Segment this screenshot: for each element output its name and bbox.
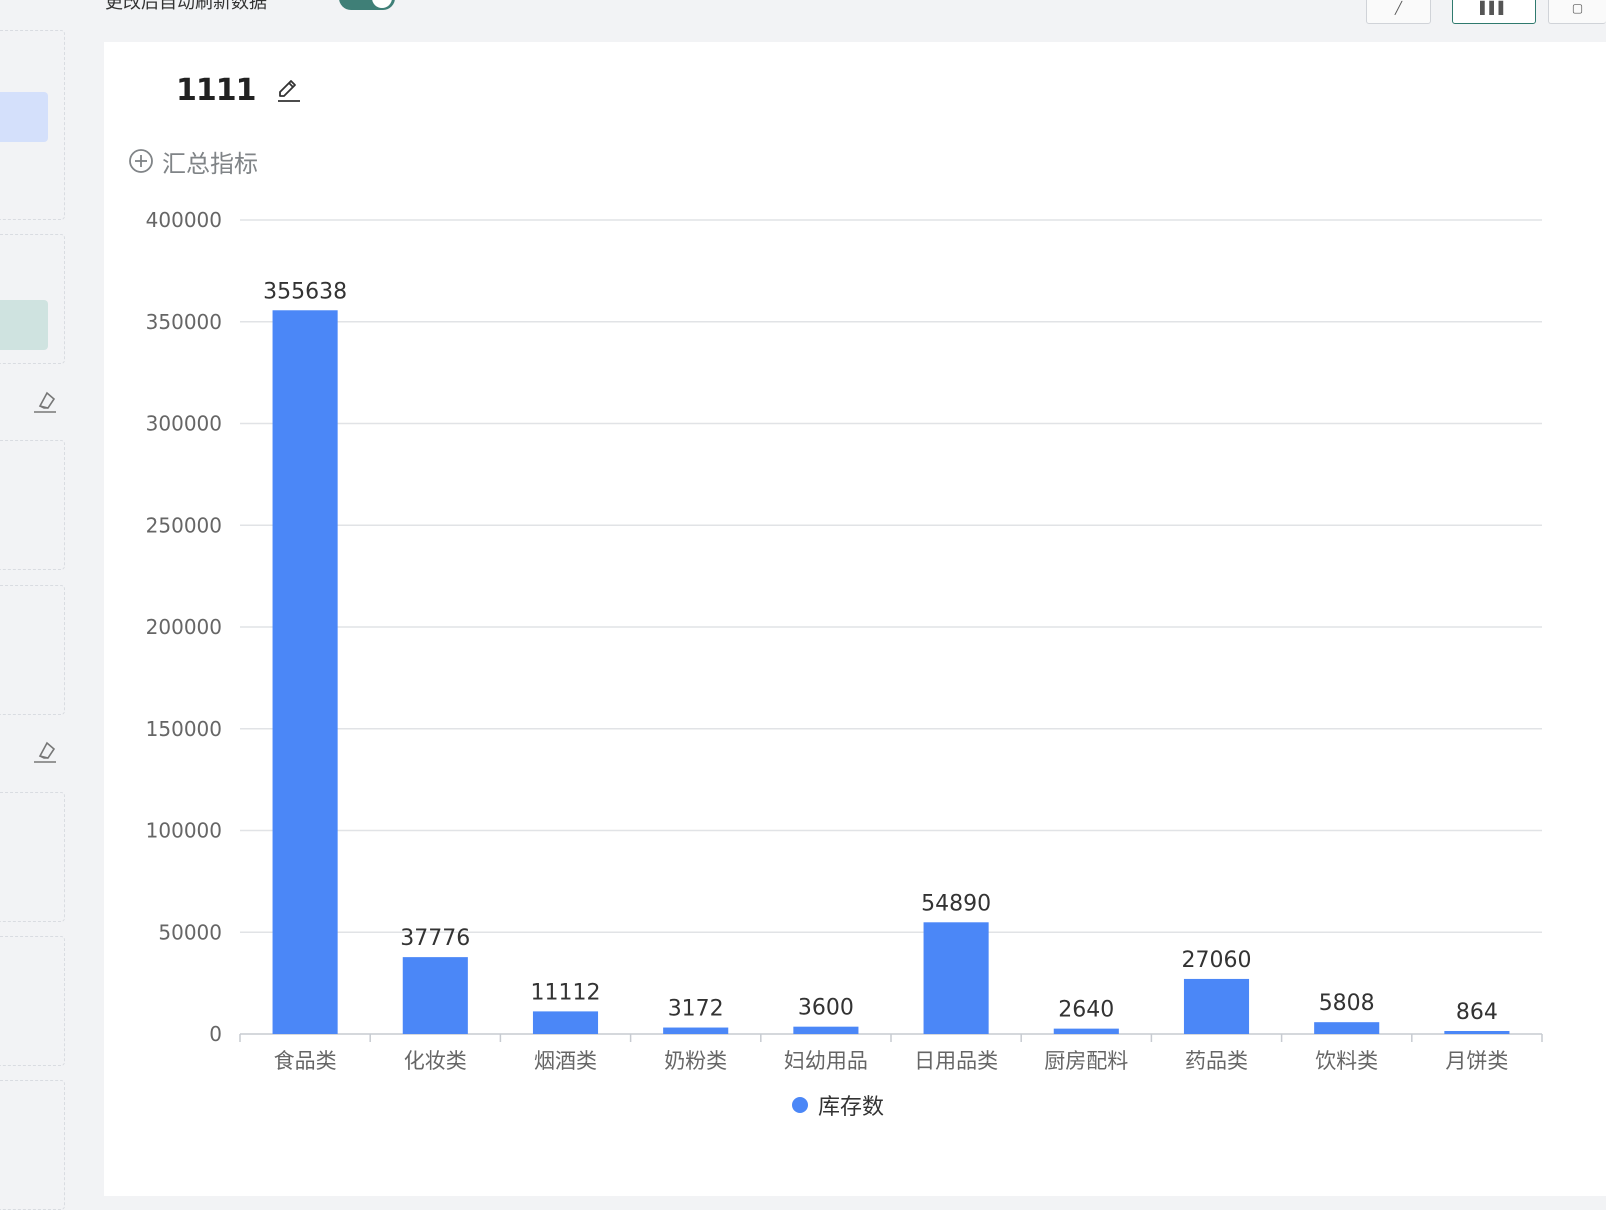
y-tick-label: 200000: [146, 615, 222, 639]
toggle-knob: [372, 0, 392, 8]
field-chip[interactable]: [0, 92, 48, 142]
bar[interactable]: [1183, 978, 1250, 1034]
eraser-icon[interactable]: [32, 388, 58, 414]
table-icon: ▢: [1571, 1, 1584, 15]
chart-card: 1111 汇总指标 0 50000 100000 150000 200000 250000…: [104, 42, 1606, 1196]
chevron-icon: ╱: [1394, 1, 1403, 15]
x-tick-label: 烟酒类: [534, 1049, 597, 1073]
bar-data-label: 2640: [1058, 998, 1114, 1023]
field-slot[interactable]: [0, 936, 65, 1066]
y-tick-label: 300000: [146, 412, 222, 436]
bar[interactable]: [793, 1026, 859, 1034]
bar[interactable]: [663, 1027, 729, 1034]
legend-marker[interactable]: [792, 1097, 808, 1113]
y-tick-label: 350000: [146, 310, 222, 334]
y-tick-label: 100000: [146, 819, 222, 843]
x-tick-label: 妇幼用品: [784, 1049, 868, 1073]
bar-data-label: 11112: [531, 980, 601, 1005]
field-slot[interactable]: [0, 440, 65, 570]
bar[interactable]: [923, 922, 989, 1034]
field-slot[interactable]: [0, 1080, 65, 1210]
x-tick-label: 奶粉类: [664, 1049, 727, 1073]
field-slot[interactable]: [0, 792, 65, 922]
y-tick-label: 50000: [158, 920, 222, 944]
top-toolbar: 更改后自动刷新数据 ╱ ▌▌▌ ▢: [0, 0, 1606, 40]
bar-data-label: 864: [1456, 1000, 1498, 1025]
x-tick-label: 日用品类: [914, 1049, 998, 1073]
bar-chart-view-button[interactable]: ▌▌▌: [1452, 0, 1536, 24]
bar[interactable]: [1053, 1028, 1119, 1034]
x-tick-label: 月饼类: [1445, 1049, 1508, 1073]
bar[interactable]: [402, 957, 468, 1034]
bar-chart-icon: ▌▌▌: [1480, 1, 1508, 15]
y-tick-label: 250000: [146, 513, 222, 537]
table-view-button[interactable]: ▢: [1548, 0, 1606, 24]
bar-data-label: 3600: [798, 996, 854, 1021]
legend-label[interactable]: 库存数: [818, 1095, 884, 1120]
y-tick-label: 400000: [146, 208, 222, 232]
toolbar-button-1[interactable]: ╱: [1366, 0, 1431, 24]
config-rail: [0, 0, 84, 1210]
x-tick-label: 食品类: [274, 1049, 337, 1073]
field-chip[interactable]: [0, 300, 48, 350]
auto-refresh-toggle[interactable]: [339, 0, 395, 10]
auto-refresh-label: 更改后自动刷新数据: [105, 0, 267, 13]
x-tick-label: 厨房配料: [1044, 1049, 1128, 1073]
x-tick-label: 药品类: [1185, 1049, 1248, 1073]
bar[interactable]: [272, 310, 338, 1034]
bar-chart: 0 50000 100000 150000 200000 250000 300000 3500…: [146, 208, 1543, 1120]
bar-data-label: 355638: [263, 279, 347, 304]
y-tick-label: 0: [209, 1022, 222, 1046]
bar-data-label: 54890: [921, 891, 991, 916]
y-tick-label: 150000: [146, 717, 222, 741]
x-tick-label: 化妆类: [404, 1049, 467, 1073]
bar[interactable]: [1314, 1022, 1380, 1034]
bar[interactable]: [532, 1011, 599, 1034]
bar-data-label: 27060: [1182, 948, 1252, 973]
x-tick-label: 饮料类: [1315, 1049, 1378, 1073]
bar-data-label: 37776: [400, 926, 470, 951]
field-slot[interactable]: [0, 585, 65, 715]
bar-data-label: 5808: [1319, 991, 1375, 1016]
bar[interactable]: [1444, 1031, 1510, 1034]
bar-data-label: 3172: [668, 997, 724, 1022]
eraser-icon[interactable]: [32, 738, 58, 764]
